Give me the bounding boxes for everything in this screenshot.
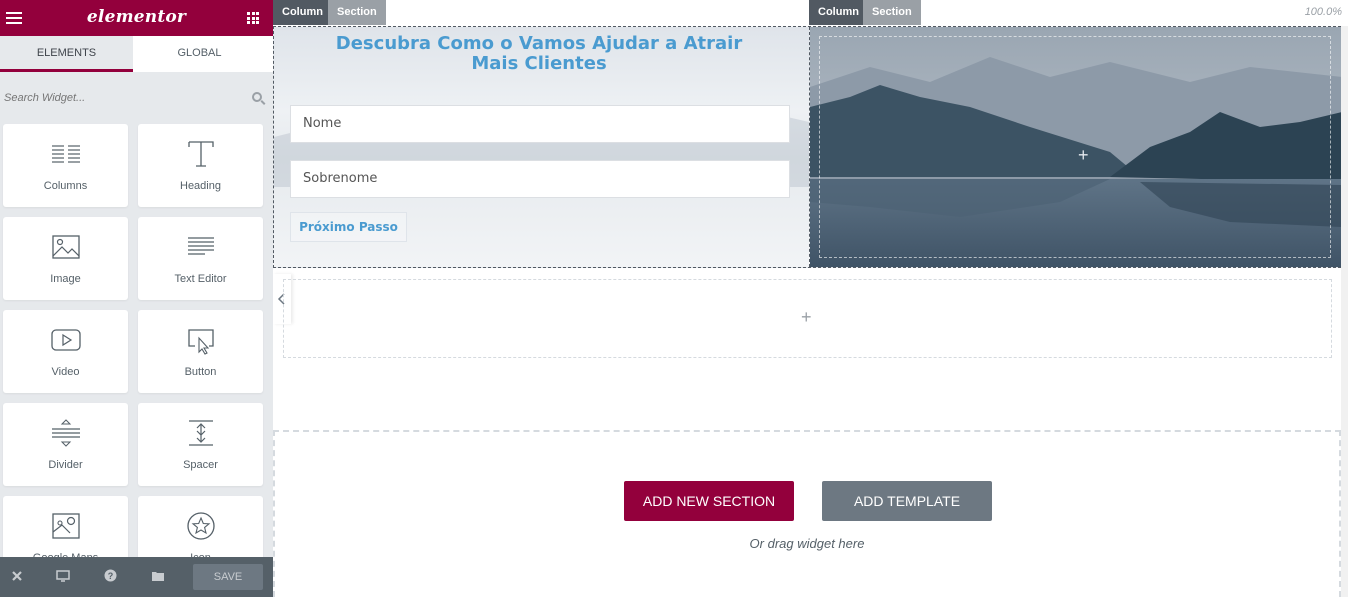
widget-divider[interactable]: Divider (3, 403, 128, 486)
last-name-field[interactable]: Sobrenome (290, 160, 790, 198)
heading-icon (188, 141, 214, 167)
add-new-section-button[interactable]: ADD NEW SECTION (624, 481, 794, 521)
canvas-scrollbar[interactable] (1341, 26, 1348, 597)
widget-label: Columns (43, 180, 88, 192)
widget-label: Divider (48, 459, 83, 471)
widget-video[interactable]: Video (3, 310, 128, 393)
widget-spacer[interactable]: Spacer (138, 403, 263, 486)
search-input[interactable] (4, 92, 234, 104)
widgets-grid-icon[interactable] (247, 12, 259, 24)
widget-label: Video (51, 366, 80, 378)
add-template-button[interactable]: ADD TEMPLATE (822, 481, 992, 521)
divider-icon (52, 419, 80, 447)
widget-label: Spacer (183, 459, 218, 471)
star-icon (187, 512, 215, 540)
widget-label: Text Editor (174, 273, 227, 285)
widget-heading[interactable]: Heading (138, 124, 263, 207)
tab-elements[interactable]: ELEMENTS (0, 36, 133, 72)
spacer-icon (189, 420, 213, 446)
responsive-mode-icon[interactable] (56, 569, 72, 585)
form-column[interactable]: Descubra Como o Vamos Ajudar a Atrair Ma… (274, 27, 809, 267)
widget-label: Image (50, 273, 81, 285)
video-icon (51, 329, 81, 351)
widget-columns[interactable]: Columns (3, 124, 128, 207)
search-icon[interactable] (252, 92, 262, 102)
zoom-level: 100.0% (1304, 6, 1342, 18)
empty-column-dropzone[interactable]: + (819, 36, 1331, 258)
text-editor-icon (188, 237, 214, 255)
first-name-field[interactable]: Nome (290, 105, 790, 143)
empty-section-dropzone[interactable]: + (283, 279, 1332, 358)
panel-tabs: ELEMENTS GLOBAL (0, 36, 273, 72)
editor-panel: elementor ELEMENTS GLOBAL Columns Headin… (0, 0, 273, 597)
tab-global[interactable]: GLOBAL (133, 36, 266, 72)
column-handle-right[interactable]: Column (809, 0, 868, 25)
widget-search (4, 88, 268, 108)
save-button[interactable]: SAVE (193, 564, 263, 590)
add-widget-plus-icon[interactable]: + (1078, 145, 1089, 166)
close-icon[interactable] (11, 569, 27, 585)
svg-text:?: ? (108, 571, 114, 581)
section-handle-left[interactable]: Section (328, 0, 386, 25)
panel-footer: ? SAVE (0, 557, 273, 597)
column-handle-left[interactable]: Column (273, 0, 332, 25)
section-handle-right[interactable]: Section (863, 0, 921, 25)
elementor-logo: elementor (86, 7, 187, 27)
widget-button[interactable]: Button (138, 310, 263, 393)
help-icon[interactable]: ? (104, 569, 120, 585)
widget-label: Button (184, 366, 217, 378)
columns-icon (52, 145, 80, 163)
add-widget-plus-icon[interactable]: + (801, 307, 812, 328)
widget-text-editor[interactable]: Text Editor (138, 217, 263, 300)
image-icon (52, 235, 80, 259)
folder-icon[interactable] (151, 569, 167, 585)
form-title: Descubra Como o Vamos Ajudar a Atrair Ma… (335, 33, 743, 74)
panel-header: elementor (0, 0, 273, 36)
button-icon (188, 329, 214, 355)
widget-image[interactable]: Image (3, 217, 128, 300)
drag-widget-hint: Or drag widget here (749, 536, 865, 551)
widget-label: Heading (180, 180, 221, 192)
google-maps-icon (52, 513, 80, 539)
add-section-area: ADD NEW SECTION ADD TEMPLATE Or drag wid… (273, 430, 1341, 597)
next-step-button[interactable]: Próximo Passo (290, 212, 407, 242)
image-column[interactable]: + (809, 27, 1341, 267)
